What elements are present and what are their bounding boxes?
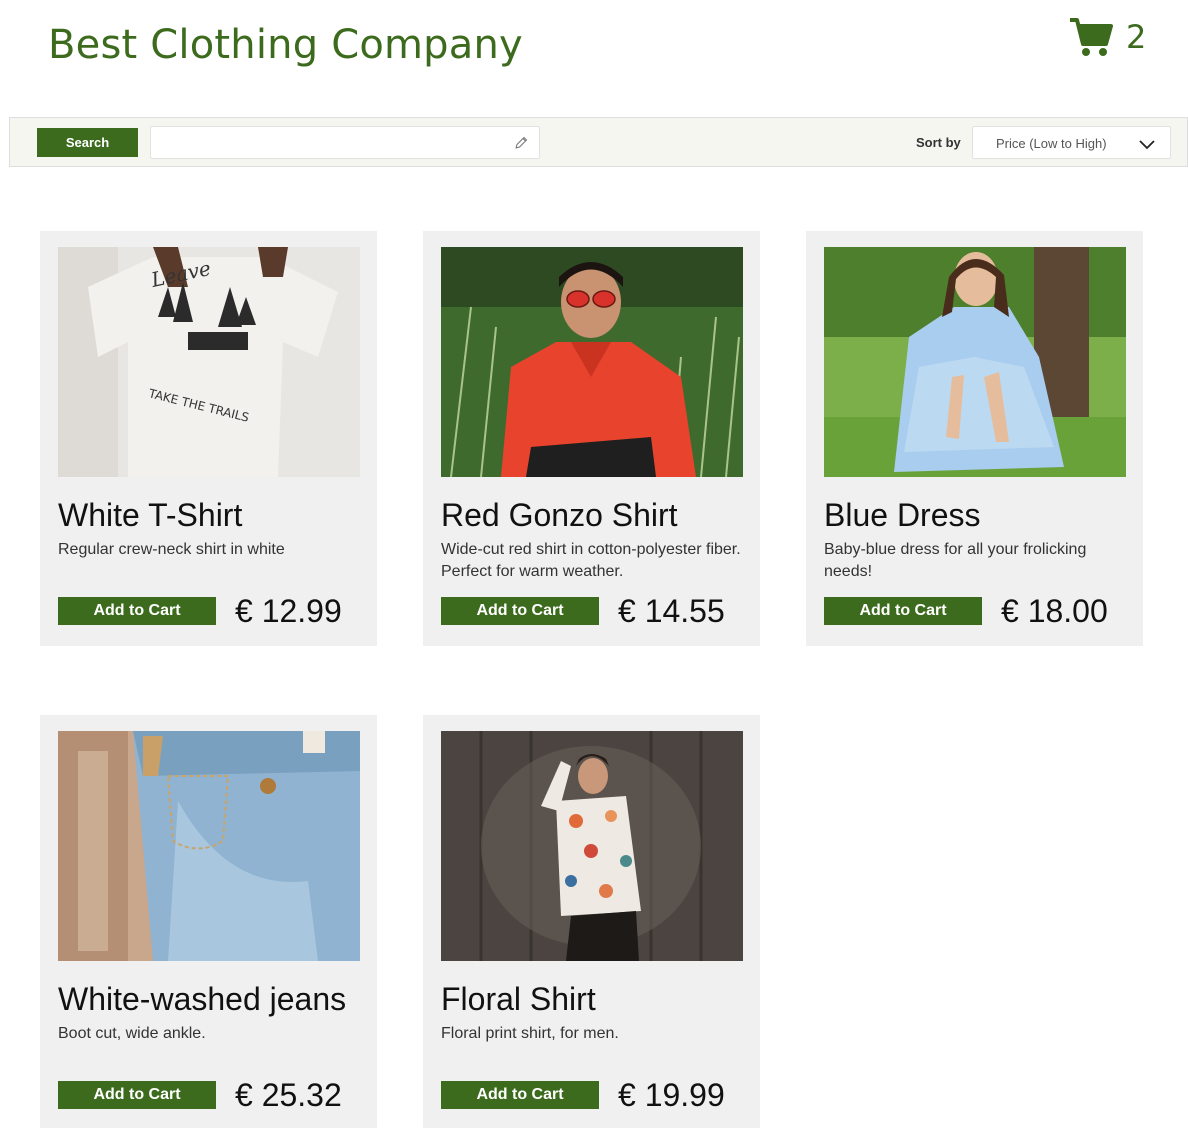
- product-price: € 25.32: [235, 1077, 342, 1113]
- store-title: Best Clothing Company: [48, 22, 523, 68]
- product-card: Leave TAKE THE TRAILS White T-Shirt Regu…: [40, 231, 377, 646]
- product-image: [824, 247, 1126, 477]
- pencil-icon: [513, 135, 529, 156]
- search-toolbar: Search Sort by Price (Low to High): [9, 117, 1188, 167]
- search-field: [150, 126, 540, 159]
- add-to-cart-button[interactable]: Add to Cart: [441, 1081, 599, 1109]
- product-image: [58, 731, 360, 961]
- cart-count-badge: 2: [1126, 18, 1147, 56]
- product-description: Boot cut, wide ankle.: [58, 1025, 206, 1042]
- product-title: Red Gonzo Shirt: [441, 497, 678, 533]
- sort-dropdown[interactable]: Price (Low to High): [972, 126, 1171, 159]
- product-price: € 14.55: [618, 593, 725, 629]
- product-card: Red Gonzo Shirt Wide-cut red shirt in co…: [423, 231, 760, 646]
- product-card: Floral Shirt Floral print shirt, for men…: [423, 715, 760, 1128]
- sort-selected-value: Price (Low to High): [996, 136, 1107, 151]
- product-description: Wide-cut red shirt in cotton-polyester f…: [441, 541, 741, 580]
- product-title: Floral Shirt: [441, 981, 596, 1017]
- search-input[interactable]: [151, 127, 539, 158]
- product-image: [441, 247, 743, 477]
- product-description: Regular crew-neck shirt in white: [58, 541, 285, 558]
- product-price: € 18.00: [1001, 593, 1108, 629]
- product-title: White T-Shirt: [58, 497, 243, 533]
- add-to-cart-button[interactable]: Add to Cart: [441, 597, 599, 625]
- product-title: White-washed jeans: [58, 981, 347, 1017]
- product-title: Blue Dress: [824, 497, 981, 533]
- product-card: Blue Dress Baby-blue dress for all your …: [806, 231, 1143, 646]
- product-image: Leave TAKE THE TRAILS: [58, 247, 360, 477]
- search-button[interactable]: Search: [37, 128, 138, 157]
- sort-by-label: Sort by: [916, 135, 961, 150]
- product-description: Floral print shirt, for men.: [441, 1025, 619, 1042]
- product-description: Baby-blue dress for all your frolicking …: [824, 541, 1087, 580]
- product-image: [441, 731, 743, 961]
- product-card: White-washed jeans Boot cut, wide ankle.…: [40, 715, 377, 1128]
- cart-button[interactable]: 2: [1068, 14, 1146, 60]
- product-price: € 12.99: [235, 593, 342, 629]
- add-to-cart-button[interactable]: Add to Cart: [58, 597, 216, 625]
- shopping-cart-icon: [1068, 14, 1114, 60]
- product-price: € 19.99: [618, 1077, 725, 1113]
- add-to-cart-button[interactable]: Add to Cart: [58, 1081, 216, 1109]
- chevron-down-icon: [1138, 137, 1156, 155]
- add-to-cart-button[interactable]: Add to Cart: [824, 597, 982, 625]
